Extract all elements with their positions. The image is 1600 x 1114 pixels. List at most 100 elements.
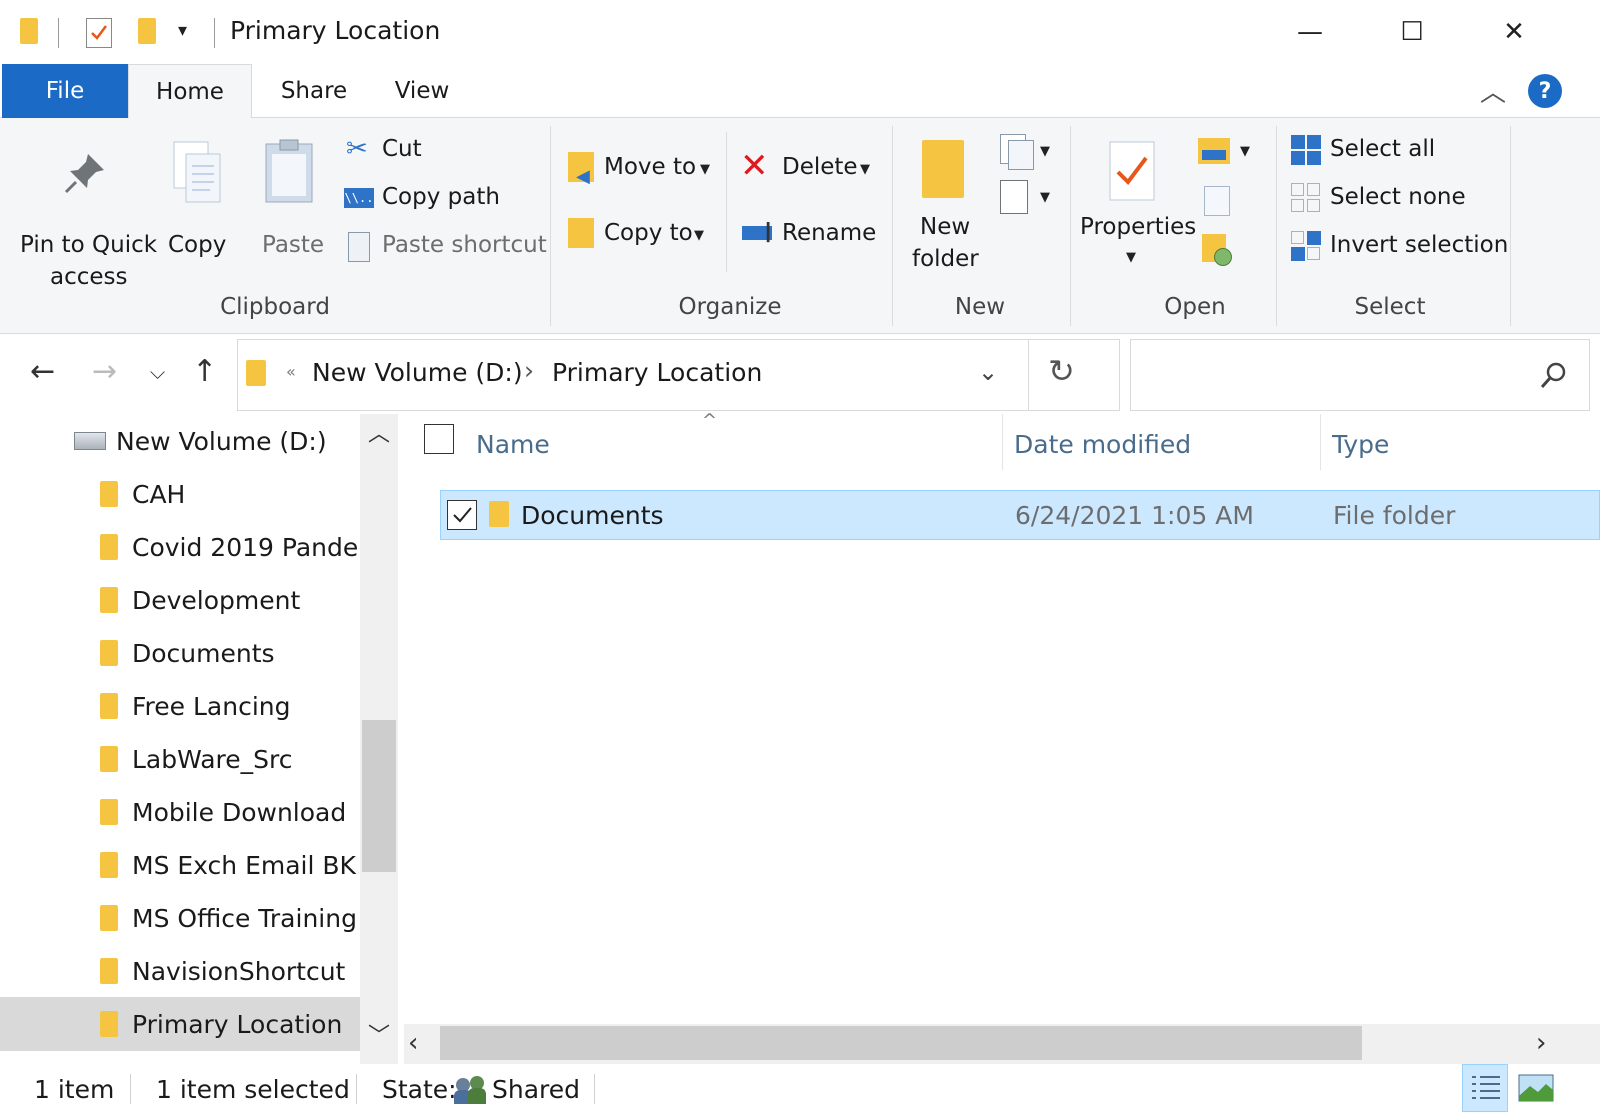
tree-folder-label: Free Lancing — [132, 691, 291, 721]
folder-icon — [100, 799, 118, 825]
maximize-button[interactable]: ☐ — [1362, 0, 1462, 64]
qa-separator — [58, 18, 59, 48]
paste-shortcut-icon — [348, 232, 370, 262]
tree-item-folder[interactable]: Free Lancing — [0, 679, 360, 733]
rename-button[interactable]: I Rename — [740, 214, 880, 258]
tree-item-folder[interactable]: NavisionShortcut — [0, 944, 360, 998]
search-input[interactable] — [1141, 354, 1521, 394]
new-folder-qa-icon[interactable] — [138, 18, 156, 44]
copy-to-folder-icon — [568, 218, 594, 248]
new-folder-button[interactable]: New folder — [900, 134, 990, 284]
tree-item-folder[interactable]: Mobile Download — [0, 785, 360, 839]
group-separator — [1070, 126, 1071, 326]
help-icon: ? — [1538, 78, 1552, 104]
tab-view[interactable]: View — [380, 64, 464, 118]
folder-icon — [100, 534, 118, 560]
tree-folder-label: MS Exch Email BK 2 — [132, 850, 360, 880]
scroll-left-icon[interactable]: ‹ — [408, 1028, 418, 1058]
breadcrumb-separator-icon[interactable]: › — [524, 356, 534, 385]
status-selected-count: 1 item selected — [156, 1075, 350, 1104]
easy-access-button[interactable]: ▼ — [1000, 180, 1060, 220]
tree-item-folder[interactable]: Documents — [0, 626, 360, 680]
forward-button[interactable]: → — [92, 354, 117, 389]
tree-item-folder[interactable]: Development — [0, 573, 360, 627]
horizontal-scroll-thumb[interactable] — [440, 1026, 1362, 1060]
delete-dropdown-icon: ▼ — [860, 162, 870, 177]
move-to-dropdown-icon: ▼ — [700, 162, 710, 177]
breadcrumb-drive[interactable]: New Volume (D:) — [312, 358, 523, 387]
tree-item-folder[interactable]: MS Office Training — [0, 891, 360, 945]
scroll-down-icon[interactable]: ﹀ — [368, 1018, 390, 1050]
new-item-button[interactable]: ▼ — [1000, 134, 1060, 174]
tree-item-folder[interactable]: CAH — [0, 467, 360, 521]
file-name: Documents — [521, 501, 664, 530]
tab-file[interactable]: File — [2, 64, 128, 118]
column-header-name[interactable]: Name — [476, 430, 550, 459]
paste-shortcut-button[interactable]: Paste shortcut — [340, 228, 547, 268]
tree-item-selected[interactable]: Primary Location — [0, 997, 360, 1051]
minimize-button[interactable]: — — [1260, 0, 1360, 64]
address-overflow-icon[interactable]: « — [286, 362, 296, 381]
tree-drive-label: New Volume (D:) — [116, 426, 327, 456]
column-separator[interactable] — [1320, 414, 1321, 470]
address-dropdown-chevron-icon[interactable]: ⌄ — [978, 358, 998, 386]
customize-qa-chevron-icon[interactable]: ▾ — [178, 20, 187, 41]
copy-button[interactable]: Copy — [162, 138, 234, 268]
properties-qa-icon[interactable] — [86, 18, 112, 48]
tab-home[interactable]: Home — [128, 64, 252, 119]
tree-folder-label: Documents — [132, 638, 275, 668]
row-checkbox[interactable] — [447, 500, 477, 530]
drive-icon — [74, 432, 106, 450]
nav-pane-scrollbar[interactable]: ︿ ﹀ — [360, 414, 398, 1064]
column-separator[interactable] — [1002, 414, 1003, 470]
new-folder-label-1: New — [920, 214, 971, 240]
tree-item-folder[interactable]: MS Exch Email BK 2 — [0, 838, 360, 892]
refresh-icon[interactable]: ↻ — [1048, 352, 1075, 390]
recent-locations-button[interactable]: ⌵ — [150, 360, 165, 384]
details-view-button[interactable] — [1462, 1064, 1508, 1112]
scroll-up-icon[interactable]: ︿ — [368, 416, 390, 448]
large-icons-view-icon — [1518, 1074, 1554, 1102]
help-button[interactable]: ? — [1528, 74, 1562, 108]
sort-ascending-icon: ^ — [702, 410, 718, 431]
select-all-checkbox[interactable] — [424, 424, 454, 454]
search-box[interactable] — [1130, 339, 1590, 411]
copy-to-button[interactable]: Copy to ▼ — [566, 214, 716, 258]
scroll-right-icon[interactable]: › — [1536, 1028, 1546, 1058]
back-button[interactable]: ← — [30, 354, 55, 389]
copy-to-label: Copy to — [604, 220, 693, 246]
select-none-button[interactable]: Select none — [1290, 180, 1530, 220]
delete-button[interactable]: ✕ Delete ▼ — [740, 146, 880, 192]
tree-item-drive[interactable]: New Volume (D:) — [0, 414, 360, 468]
invert-selection-button[interactable]: Invert selection — [1290, 228, 1530, 268]
group-separator — [550, 126, 551, 326]
file-list-horizontal-scrollbar[interactable]: ‹ › — [404, 1024, 1600, 1064]
select-none-label: Select none — [1330, 184, 1466, 210]
tree-item-folder[interactable]: Covid 2019 Pandemic — [0, 520, 360, 574]
open-button[interactable]: ▼ — [1198, 134, 1258, 174]
column-header-type[interactable]: Type — [1332, 430, 1389, 459]
file-row-selected[interactable]: Documents 6/24/2021 1:05 AM File folder — [440, 490, 1600, 540]
collapse-ribbon-chevron-icon[interactable]: ︿ — [1480, 72, 1506, 109]
address-bar[interactable]: « New Volume (D:) › Primary Location ⌄ ↻ — [237, 339, 1120, 411]
large-icons-view-button[interactable] — [1514, 1064, 1560, 1112]
properties-button[interactable]: Properties ▼ — [1078, 134, 1196, 284]
select-all-button[interactable]: Select all — [1290, 132, 1530, 172]
close-button[interactable]: ✕ — [1464, 0, 1564, 64]
paste-button[interactable]: Paste — [252, 138, 332, 268]
nav-scroll-thumb[interactable] — [362, 720, 396, 872]
copy-path-button[interactable]: \\.. Copy path — [340, 180, 540, 220]
pin-to-quick-access-button[interactable]: Pin to Quick access — [10, 138, 160, 290]
move-to-button[interactable]: ◀ Move to ▼ — [566, 148, 716, 192]
breadcrumb-current[interactable]: Primary Location — [552, 358, 762, 387]
folder-icon — [100, 587, 118, 613]
edit-button[interactable] — [1200, 184, 1240, 220]
tree-item-folder[interactable]: LabWare_Src — [0, 732, 360, 786]
edit-icon — [1204, 186, 1230, 216]
cut-button[interactable]: ✂ Cut — [340, 132, 540, 172]
checkmark-icon — [453, 507, 472, 523]
column-header-date-modified[interactable]: Date modified — [1014, 430, 1191, 459]
tab-share[interactable]: Share — [268, 64, 360, 118]
up-button[interactable]: ↑ — [192, 354, 217, 389]
history-button[interactable] — [1200, 232, 1240, 272]
